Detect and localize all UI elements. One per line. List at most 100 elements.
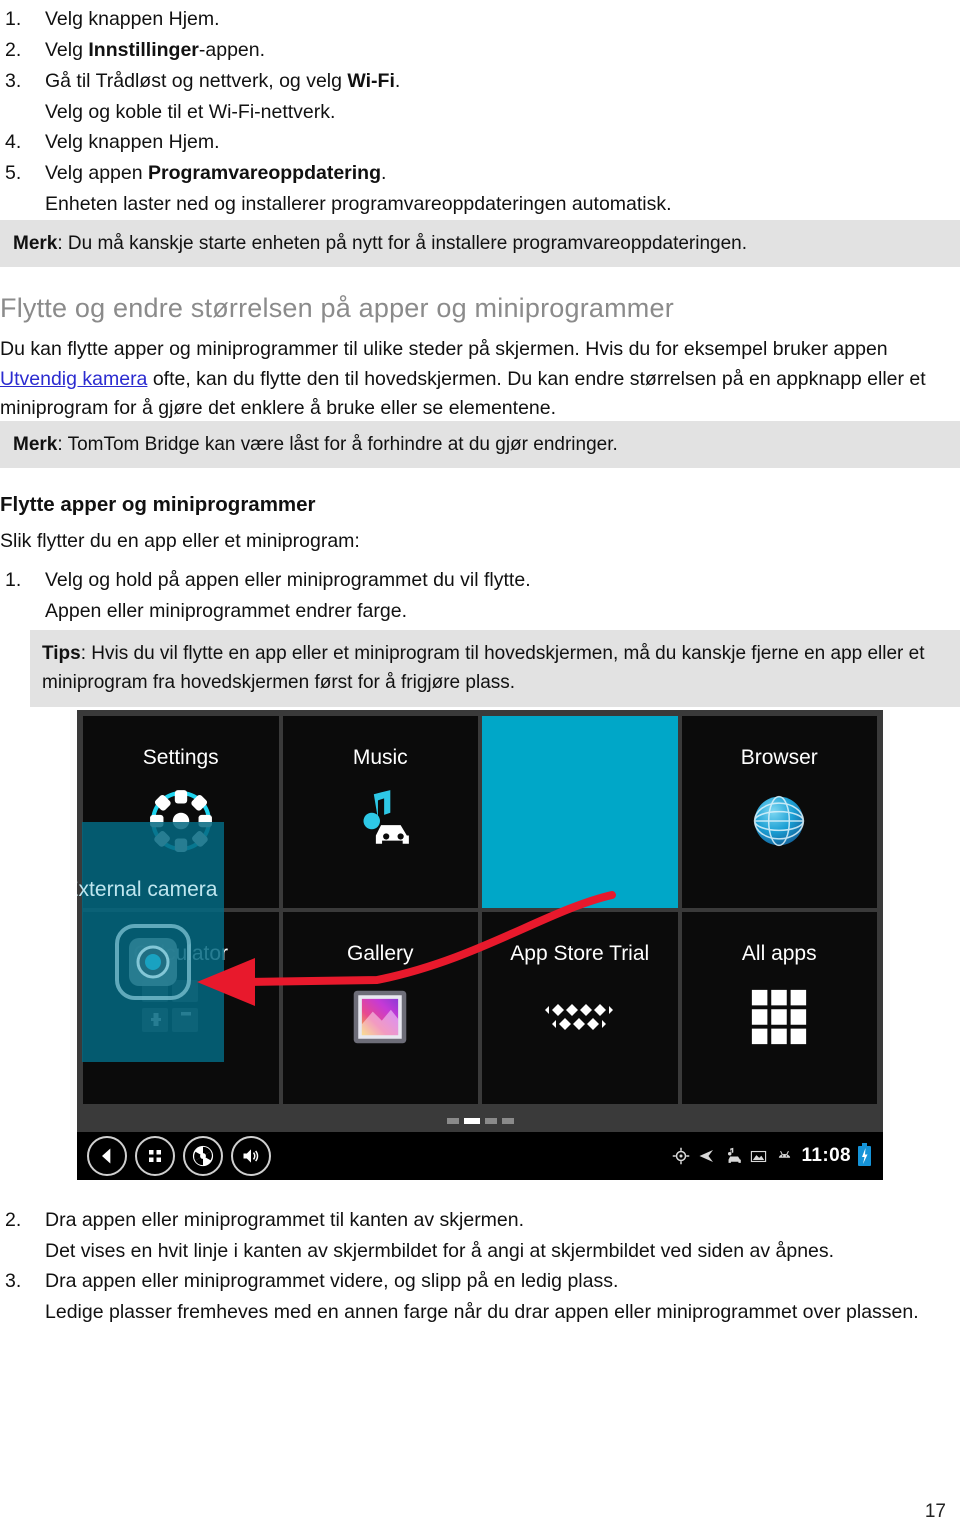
app-tile-label: App Store Trial: [510, 942, 650, 965]
navigation-arrow-icon: [697, 1147, 716, 1166]
list-item: 2. Dra appen eller miniprogrammet til kan…: [0, 1205, 960, 1235]
app-tile-app-store-trial[interactable]: App Store Trial: [482, 912, 678, 1104]
device-screenshot-image: Settings Music Browser Calculator Galler…: [77, 710, 883, 1180]
note-box-1: Merk: Du må kanskje starte enheten på ny…: [0, 220, 960, 267]
all-apps-grid-icon: [744, 982, 814, 1052]
list-item: 1. Velg og hold på appen eller miniprogra…: [0, 565, 960, 595]
list-item: 3. Gå til Trådløst og nettverk, og velg W…: [0, 66, 960, 96]
page-dot-active[interactable]: [463, 1118, 480, 1124]
app-tile-empty-slot-highlighted[interactable]: [482, 716, 678, 908]
list-item-number: 2.: [5, 39, 22, 61]
volume-icon[interactable]: [231, 1136, 271, 1176]
note-label: Merk: [13, 233, 58, 254]
document-page: 1. Velg knappen Hjem. 2. Velg Innstillinge…: [0, 0, 960, 1533]
calculator-icon: [136, 976, 226, 1056]
page-dot[interactable]: [501, 1118, 514, 1124]
list-item-subtext: Enheten laster ned og installerer progra…: [45, 193, 672, 215]
list-item-bold: Programvareoppdatering: [148, 162, 381, 184]
list-item-text-after: -appen.: [198, 39, 266, 61]
note-text: : Du må kanskje starte enheten på nytt f…: [57, 233, 748, 254]
tips-label: Tips: [42, 643, 81, 664]
image-icon: [749, 1147, 768, 1166]
tips-text: : Hvis du vil flytte en app eller et min…: [42, 643, 925, 693]
app-tile-music[interactable]: Music: [282, 716, 478, 908]
page-heading: Flytte og endre størrelsen på apper og m…: [0, 293, 674, 323]
list-item-text: Velg: [45, 39, 89, 61]
list-item-subtext: Det vises en hvit linje i kanten av skje…: [45, 1240, 835, 1262]
app-tile-calculator[interactable]: Calculator: [83, 912, 279, 1104]
bottom-steps-list: 2. Dra appen eller miniprogrammet til kan…: [0, 1205, 960, 1327]
list-item: 3. Dra appen eller miniprogrammet videre,…: [0, 1266, 960, 1296]
page-number: 17: [924, 1501, 946, 1522]
list-item-subtext: Appen eller miniprogrammet endrer farge.: [45, 600, 408, 622]
top-steps-list: 1. Velg knappen Hjem. 2. Velg Innstillinge…: [0, 4, 960, 219]
list-item-text: Velg og hold på appen eller miniprogramm…: [45, 569, 531, 591]
list-item-text-after: .: [381, 162, 387, 184]
navbar-status-area: 11:08: [671, 1143, 883, 1167]
utvendig-kamera-link[interactable]: Utvendig kamera: [0, 368, 147, 390]
note-label: Merk: [13, 434, 58, 455]
gear-icon: [146, 786, 216, 856]
list-item-bold: Wi-Fi: [347, 70, 395, 92]
note-box-2: Merk: TomTom Bridge kan være låst for å …: [0, 421, 960, 468]
device-navigation-bar: 11:08: [77, 1132, 883, 1180]
app-tile-browser[interactable]: Browser: [681, 716, 877, 908]
note-text: : TomTom Bridge kan være låst for å forh…: [57, 434, 618, 455]
paragraph-part-1: Du kan flytte apper og miniprogrammer ti…: [0, 338, 888, 360]
app-tile-settings[interactable]: Settings: [83, 716, 279, 908]
list-item-number: 4.: [5, 131, 22, 153]
app-tile-gallery[interactable]: Gallery: [282, 912, 478, 1104]
list-item-text: Velg appen: [45, 162, 149, 184]
section-subheading: Flytte apper og miniprogrammer: [0, 493, 316, 516]
app-tile-label: All apps: [741, 942, 817, 965]
device-grid-row-2: Calculator Gallery App Store Trial All a…: [83, 912, 877, 1104]
status-clock: 11:08: [801, 1145, 851, 1166]
music-car-icon: [345, 786, 415, 856]
list-item-number: 3.: [5, 1270, 22, 1292]
list-item: 5. Velg appen Programvareoppdatering.: [0, 158, 960, 188]
battery-charging-icon: [858, 1143, 871, 1166]
list-item-number: 1.: [5, 569, 22, 591]
gallery-icon: [345, 982, 415, 1052]
app-tile-label: Gallery: [346, 942, 414, 965]
back-icon[interactable]: [87, 1136, 127, 1176]
gps-icon: [671, 1147, 690, 1166]
camera-shutter-icon[interactable]: [183, 1136, 223, 1176]
list-item-subtext: Velg og koble til et Wi-Fi-nettverk.: [45, 101, 336, 123]
move-steps-list: 1. Velg og hold på appen eller miniprogra…: [0, 565, 960, 626]
list-item-text-after: .: [394, 70, 401, 92]
app-tile-all-apps[interactable]: All apps: [681, 912, 877, 1104]
list-item-text: Velg knappen Hjem.: [45, 8, 220, 30]
main-paragraph: Du kan flytte apper og miniprogrammer ti…: [0, 335, 935, 424]
list-item: 4. Velg knappen Hjem.: [0, 127, 960, 157]
list-item-bold: Innstillinger: [88, 39, 199, 61]
list-item-number: 1.: [5, 8, 22, 30]
list-item-text: Dra appen eller miniprogrammet til kante…: [45, 1209, 525, 1231]
android-icon: [775, 1147, 794, 1166]
home-screen-page-indicator[interactable]: [77, 1110, 883, 1132]
device-home-grid: Settings Music Browser Calculator Galler…: [77, 710, 883, 1110]
app-tile-label: Calculator: [133, 942, 229, 965]
appstore-icon: [542, 982, 618, 1052]
list-item-number: 2.: [5, 1209, 22, 1231]
car-music-icon: [723, 1147, 742, 1166]
list-item-text: Dra appen eller miniprogrammet videre, o…: [45, 1270, 619, 1292]
list-item-number: 3.: [5, 70, 22, 92]
tips-box: Tips: Hvis du vil flytte en app eller et…: [30, 630, 960, 707]
list-item-number: 5.: [5, 162, 22, 184]
list-item-text: Velg knappen Hjem.: [45, 131, 220, 153]
recents-icon[interactable]: [135, 1136, 175, 1176]
navbar-left-buttons: [77, 1136, 271, 1176]
app-tile-label: Settings: [142, 746, 219, 769]
app-tile-label: Music: [352, 746, 408, 769]
section-intro-text: Slik flytter du en app eller et miniprog…: [0, 530, 360, 552]
list-item-subtext: Ledige plasser fremheves med en annen fa…: [45, 1301, 919, 1323]
page-dot[interactable]: [484, 1118, 497, 1124]
list-item-text: Gå til Trådløst og nettverk, og velg: [45, 70, 348, 92]
globe-icon: [744, 786, 814, 856]
app-tile-label: Browser: [740, 746, 818, 769]
list-item: 1. Velg knappen Hjem.: [0, 4, 960, 34]
page-dot[interactable]: [446, 1118, 459, 1124]
device-grid-row-1: Settings Music Browser: [83, 716, 877, 908]
list-item: 2. Velg Innstillinger-appen.: [0, 35, 960, 65]
